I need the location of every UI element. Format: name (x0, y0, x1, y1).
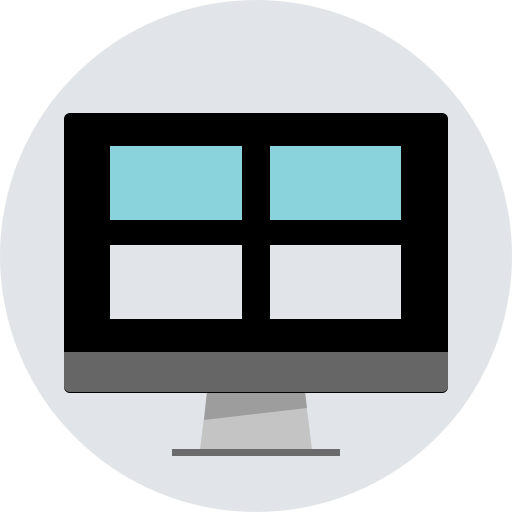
screen-tile-bottom-left (110, 245, 242, 319)
screen-tile-top-left (110, 146, 242, 220)
monitor-chin (64, 352, 448, 392)
screen-tile-bottom-right (270, 245, 401, 319)
desktop-monitor-icon (0, 0, 512, 512)
icon-canvas (0, 0, 512, 512)
screen-tile-top-right (270, 146, 401, 220)
monitor-base (172, 449, 340, 456)
